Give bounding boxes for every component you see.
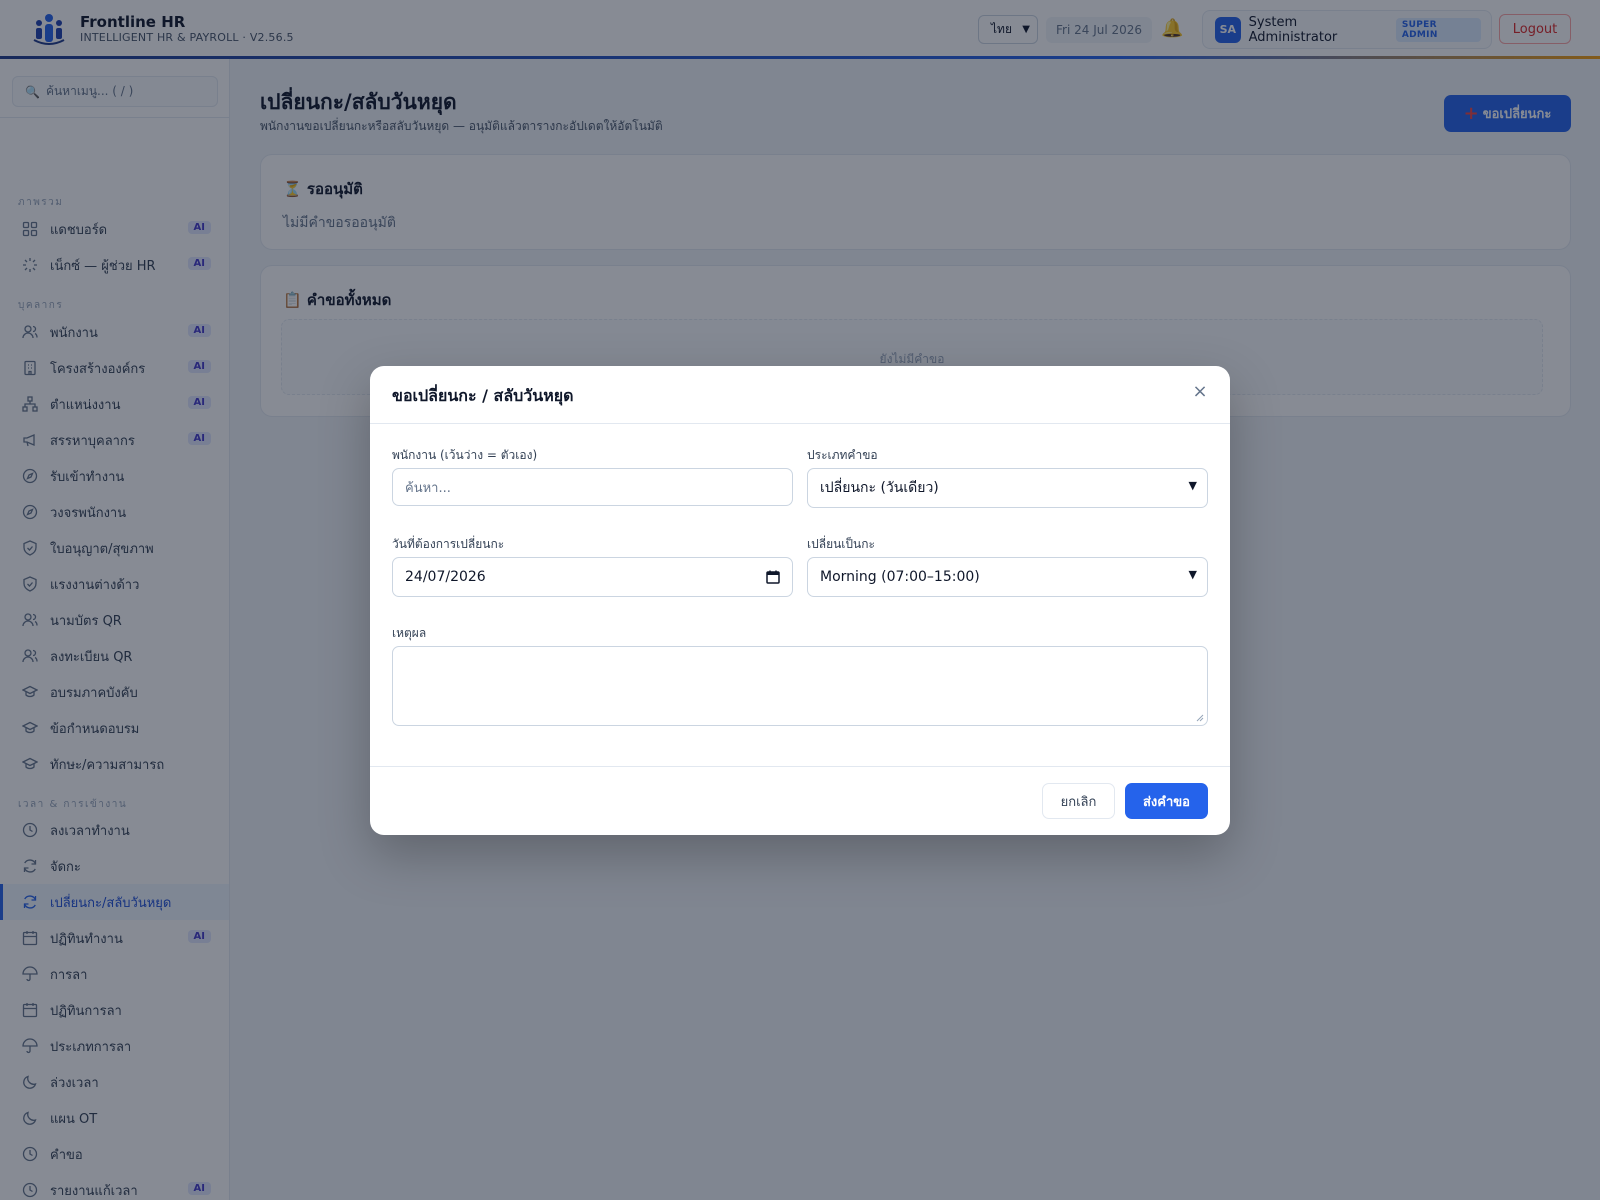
- reason-textarea[interactable]: [392, 646, 1208, 726]
- cancel-button[interactable]: ยกเลิก: [1042, 783, 1115, 819]
- shift-value: Morning (07:00–15:00): [820, 569, 980, 585]
- request-type-value: เปลี่ยนกะ (วันเดียว): [820, 480, 939, 496]
- modal-footer-divider: [370, 766, 1230, 767]
- calendar-icon[interactable]: [766, 570, 780, 584]
- request-type-label: ประเภทคำขอ: [807, 448, 878, 462]
- close-icon[interactable]: ×: [1190, 382, 1210, 402]
- chevron-down-icon: ▼: [1188, 479, 1197, 492]
- employee-search-input[interactable]: ค้นหา...: [392, 468, 793, 506]
- request-type-select[interactable]: เปลี่ยนกะ (วันเดียว) ▼: [807, 468, 1208, 508]
- employee-placeholder: ค้นหา...: [405, 480, 451, 496]
- date-label: วันที่ต้องการเปลี่ยนกะ: [392, 537, 505, 551]
- shift-label: เปลี่ยนเป็นกะ: [807, 537, 875, 551]
- submit-button[interactable]: ส่งคำขอ: [1125, 783, 1208, 819]
- shift-select[interactable]: Morning (07:00–15:00) ▼: [807, 557, 1208, 597]
- resize-handle-icon[interactable]: [1196, 714, 1204, 722]
- chevron-down-icon: ▼: [1188, 568, 1197, 581]
- date-value: 24/07/2026: [405, 569, 486, 585]
- modal-title: ขอเปลี่ยนกะ / สลับวันหยุด: [392, 386, 574, 405]
- shift-change-modal: ขอเปลี่ยนกะ / สลับวันหยุด × พนักงาน (เว้…: [370, 366, 1230, 835]
- employee-label: พนักงาน (เว้นว่าง = ตัวเอง): [392, 448, 538, 462]
- date-input[interactable]: 24/07/2026: [392, 557, 793, 597]
- modal-header: ขอเปลี่ยนกะ / สลับวันหยุด ×: [370, 366, 1230, 424]
- reason-label: เหตุผล: [392, 626, 427, 640]
